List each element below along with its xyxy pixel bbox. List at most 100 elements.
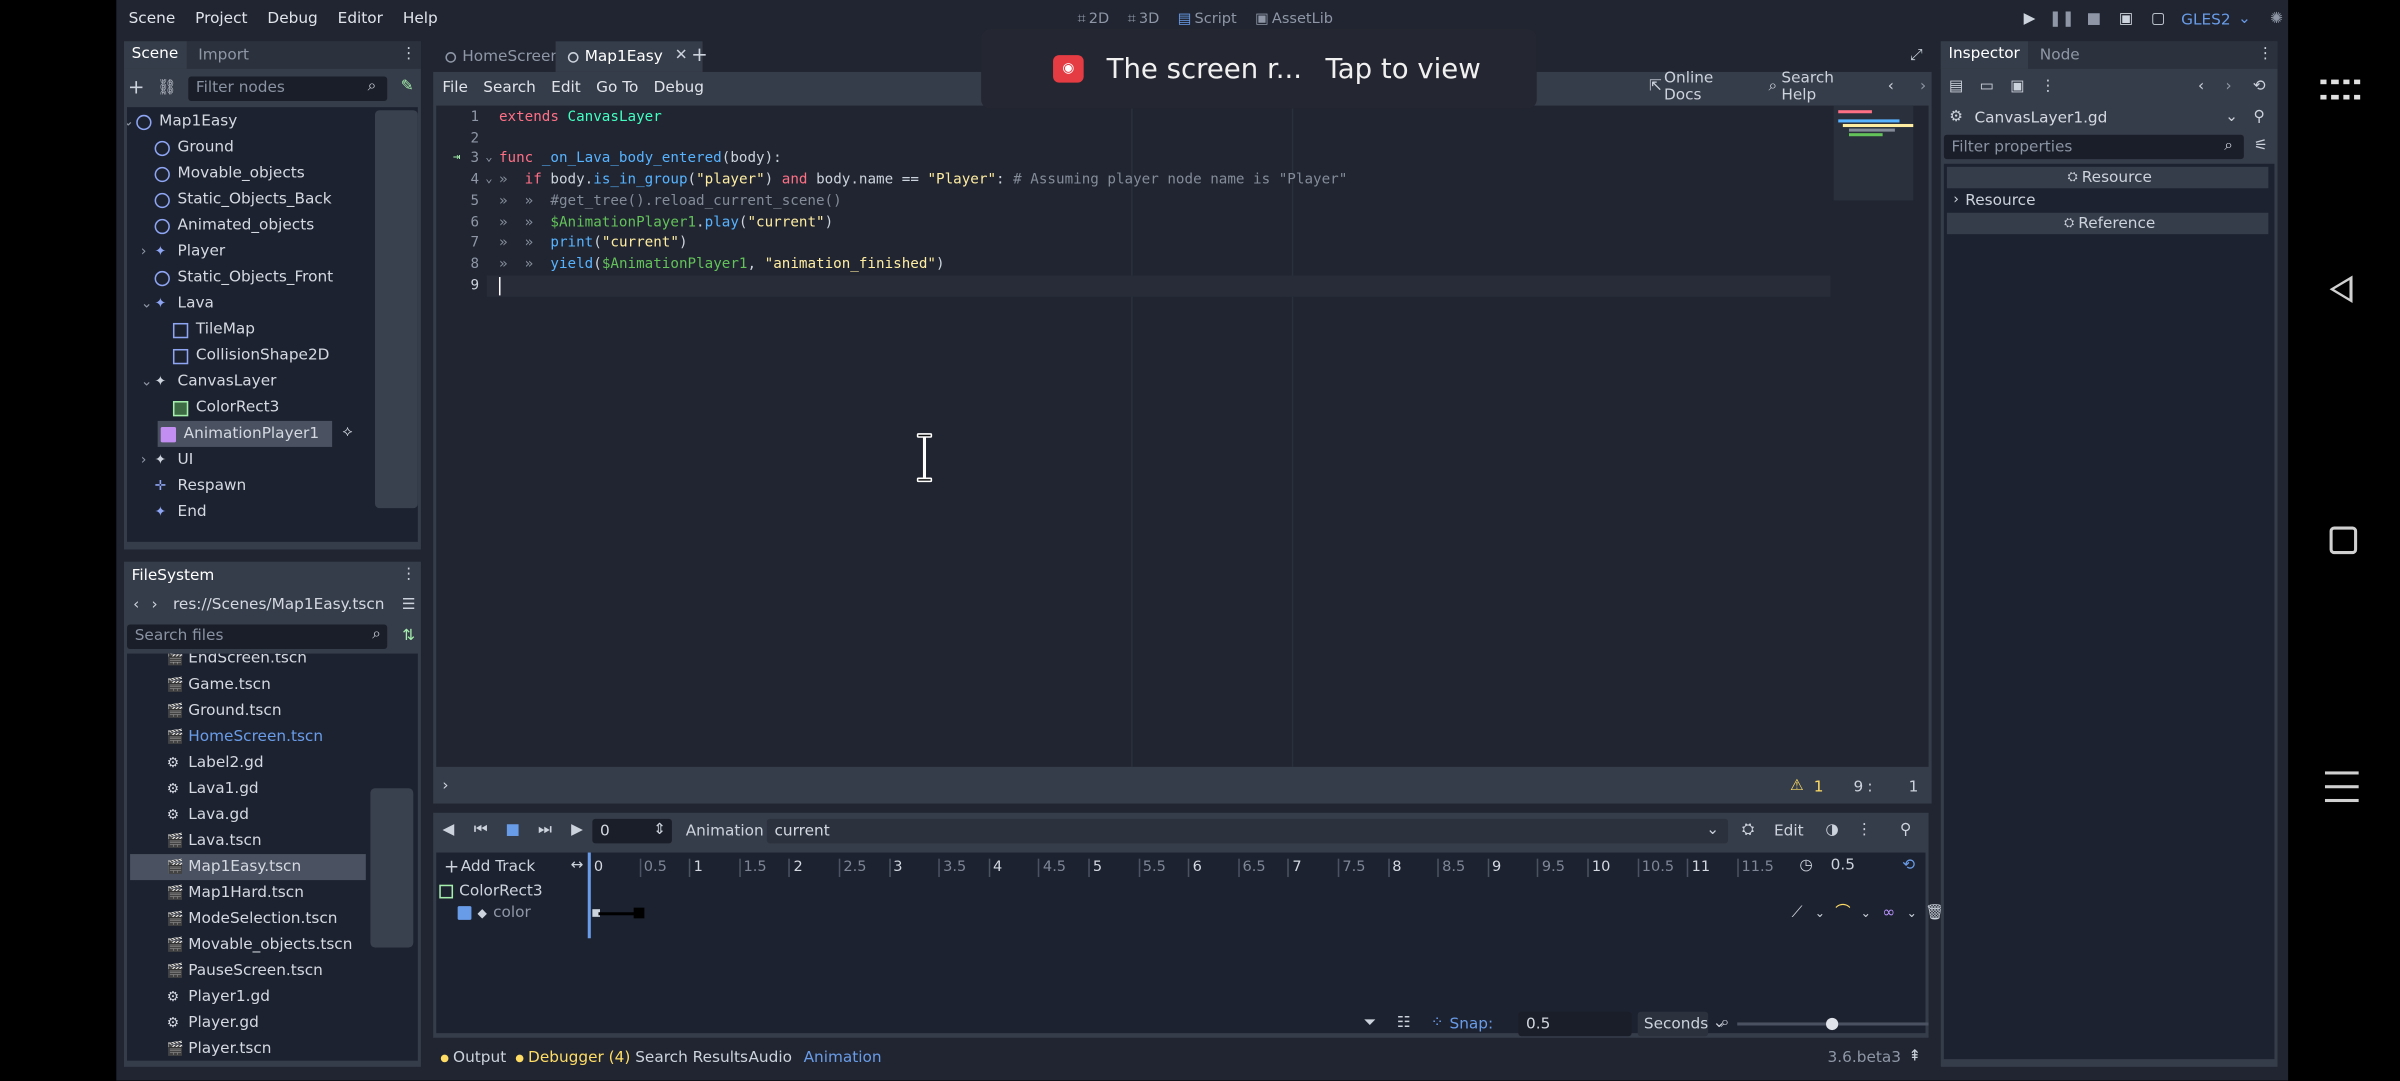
code-editor[interactable]: 1 extends CanvasLayer 2 ⇥ 3 ⌄ func _on_L… (436, 105, 1929, 767)
color-track-bar[interactable] (598, 912, 636, 916)
chevron-down-icon[interactable]: ⌄ (2222, 109, 2240, 127)
edit-button[interactable]: Edit (1774, 823, 1804, 840)
minimap[interactable] (1833, 105, 1914, 201)
menu-scene[interactable]: Scene (129, 11, 176, 28)
scene-tree-item[interactable]: Movable_objects👁 (130, 161, 418, 187)
track-enabled-checkbox[interactable] (457, 905, 472, 920)
dock-menu-icon[interactable]: ⋮ (399, 46, 417, 64)
keyframe[interactable] (633, 907, 645, 919)
scene-tree-item[interactable]: ›✦UI👁 (130, 447, 418, 473)
search-help-button[interactable]: ⌕ Search Help (1764, 70, 1867, 104)
chevron-down-icon[interactable]: ⌄ (127, 114, 136, 129)
stop-icon[interactable]: ■ (2085, 11, 2103, 29)
online-docs-button[interactable]: ⇱ Online Docs (1647, 70, 1749, 104)
scene-tree-item[interactable]: ⌄✦Lava⟡▤👁 (130, 291, 418, 317)
menu-help[interactable]: Help (403, 11, 438, 28)
play-backwards-from-end-icon[interactable]: ⏮ (471, 822, 489, 840)
signal-icon[interactable]: ⟡ (338, 424, 356, 442)
search-files-input[interactable]: Search files (127, 623, 388, 649)
more-icon[interactable]: ⋮ (2039, 78, 2057, 96)
filter-nodes-input[interactable]: Filter nodes (188, 75, 388, 101)
history-icon[interactable]: ⟲ (2250, 78, 2268, 96)
update-mode-icon[interactable]: ⌒ (1834, 905, 1852, 923)
object-properties-icon[interactable]: ⚲ (2250, 109, 2268, 127)
tab-scene[interactable]: Scene (123, 41, 186, 69)
tab-animation[interactable]: Animation (804, 1049, 882, 1066)
chevron-left-icon[interactable]: ‹ (2192, 78, 2210, 96)
script-menu-goto[interactable]: Go To (596, 79, 638, 96)
app-grid-icon[interactable] (2320, 79, 2361, 104)
tab-output[interactable]: Output (440, 1049, 506, 1066)
chevron-right-icon[interactable]: › (141, 452, 155, 467)
signal-connection-icon[interactable]: ⇥ (453, 151, 460, 165)
tab-map1easy[interactable]: Map1Easy ✕ (555, 41, 703, 72)
scene-tree-item[interactable]: AnimationPlayer1 ⟡ (157, 420, 353, 447)
file-item[interactable]: 🎬 Ground.tscn (130, 698, 418, 724)
sort-icon[interactable]: ⇅ (399, 627, 417, 645)
tap-to-view-button[interactable]: Tap to view (1325, 54, 1480, 86)
scene-tree-item[interactable]: Static_Objects_Back👁 (130, 187, 418, 213)
zoom-to-fit-icon[interactable]: ↔ (568, 857, 586, 875)
panel-toggle-icon[interactable]: ⇞ (1906, 1048, 1924, 1066)
script-menu-file[interactable]: File (442, 79, 468, 96)
script-menu-search[interactable]: Search (483, 79, 536, 96)
play-icon[interactable]: ▶ (2020, 11, 2038, 29)
onion-skin-icon[interactable]: ◑ (1823, 822, 1841, 840)
tab-import[interactable]: Import (186, 47, 261, 64)
scene-tree-item[interactable]: TileMap👁 (130, 317, 418, 343)
play-from-start-icon[interactable]: ⏭ (536, 822, 554, 840)
chevron-left-icon[interactable]: ‹ (1882, 78, 1899, 96)
tab-search-results[interactable]: Search Results (635, 1049, 748, 1066)
play-backwards-icon[interactable]: ◀ (439, 822, 457, 840)
file-item[interactable]: 🎬 Map1Hard.tscn (130, 880, 418, 906)
tab-inspector[interactable]: Inspector (1940, 41, 2028, 69)
tab-node[interactable]: Node (2028, 47, 2092, 64)
file-item[interactable]: 🎬 EndScreen.tscn (130, 654, 418, 672)
loop-icon[interactable]: ⟲ (1899, 857, 1917, 875)
add-track-button[interactable]: + Add Track (442, 856, 535, 877)
chevron-right-icon[interactable]: › (141, 244, 155, 259)
warning-icon[interactable]: ⚠ (1788, 778, 1806, 796)
open-folder-icon[interactable]: ▭ (1978, 78, 1996, 96)
pin-icon[interactable]: ⚲ (1896, 822, 1914, 840)
workspace-script-button[interactable]: ▤ Script (1178, 11, 1237, 28)
file-item[interactable]: ⚙ Player.gd (130, 1010, 418, 1036)
track-row[interactable]: ◆ color (457, 902, 1927, 923)
spinbox-arrows-icon[interactable]: ⇕ (651, 822, 669, 840)
group-tracks-icon[interactable]: ☷ (1394, 1015, 1412, 1033)
add-tab-icon[interactable]: + (690, 46, 708, 66)
more-icon[interactable]: ⋮ (1855, 822, 1873, 840)
chevron-right-icon[interactable]: › (436, 778, 454, 796)
resource-category[interactable]: › Resource (1947, 190, 2268, 211)
split-mode-icon[interactable]: ☰ (399, 596, 417, 614)
workspace-3d-button[interactable]: ⌗ 3D (1128, 11, 1160, 28)
tab-audio[interactable]: Audio (748, 1049, 792, 1066)
play-scene-icon[interactable]: ▣ (2117, 11, 2135, 29)
file-item[interactable]: 🎬 ModeSelection.tscn (130, 906, 418, 932)
file-item[interactable]: 🎬 PauseScreen.tscn (130, 958, 418, 984)
dock-menu-icon[interactable]: ⋮ (2256, 46, 2274, 64)
dock-menu-icon[interactable]: ⋮ (399, 566, 417, 584)
menu-editor[interactable]: Editor (338, 11, 383, 28)
scene-tree-item[interactable]: ⌄✦CanvasLayer▤👁 (130, 369, 418, 395)
link-icon[interactable]: ⛓ (157, 79, 176, 97)
add-node-icon[interactable]: + (127, 77, 145, 97)
tab-homescreen[interactable]: HomeScreen (433, 41, 572, 72)
filesystem-path[interactable]: res://Scenes/Map1Easy.tscn (173, 597, 385, 614)
menu-debug[interactable]: Debug (267, 11, 317, 28)
scene-tree-item[interactable]: Animated_objects👁 (130, 213, 418, 239)
new-resource-icon[interactable]: ▤ (1947, 78, 1965, 96)
menu-project[interactable]: Project (195, 11, 247, 28)
zoom-slider-handle[interactable] (1826, 1017, 1839, 1031)
interpolation-icon[interactable]: ⟋ (1788, 905, 1806, 923)
scene-tree-item[interactable]: ✛Respawn👁 (130, 473, 418, 499)
scene-tree-item[interactable]: ✦End⟡▣👁 (130, 499, 418, 525)
snap-icon[interactable]: ⁘ (1428, 1015, 1446, 1033)
play-icon[interactable]: ▶ (568, 822, 586, 840)
file-item[interactable]: 🎬 HomeScreen.tscn (130, 724, 418, 750)
settings-icon[interactable]: ⚟ (2252, 138, 2270, 156)
chevron-right-icon[interactable]: › (145, 596, 163, 614)
scene-tree-item[interactable]: ⌄Map1Easy👁 (127, 109, 418, 135)
snap-unit-select[interactable]: Seconds ⌄ (1637, 1011, 1726, 1037)
distraction-free-icon[interactable]: ⤢ (1907, 47, 1925, 65)
